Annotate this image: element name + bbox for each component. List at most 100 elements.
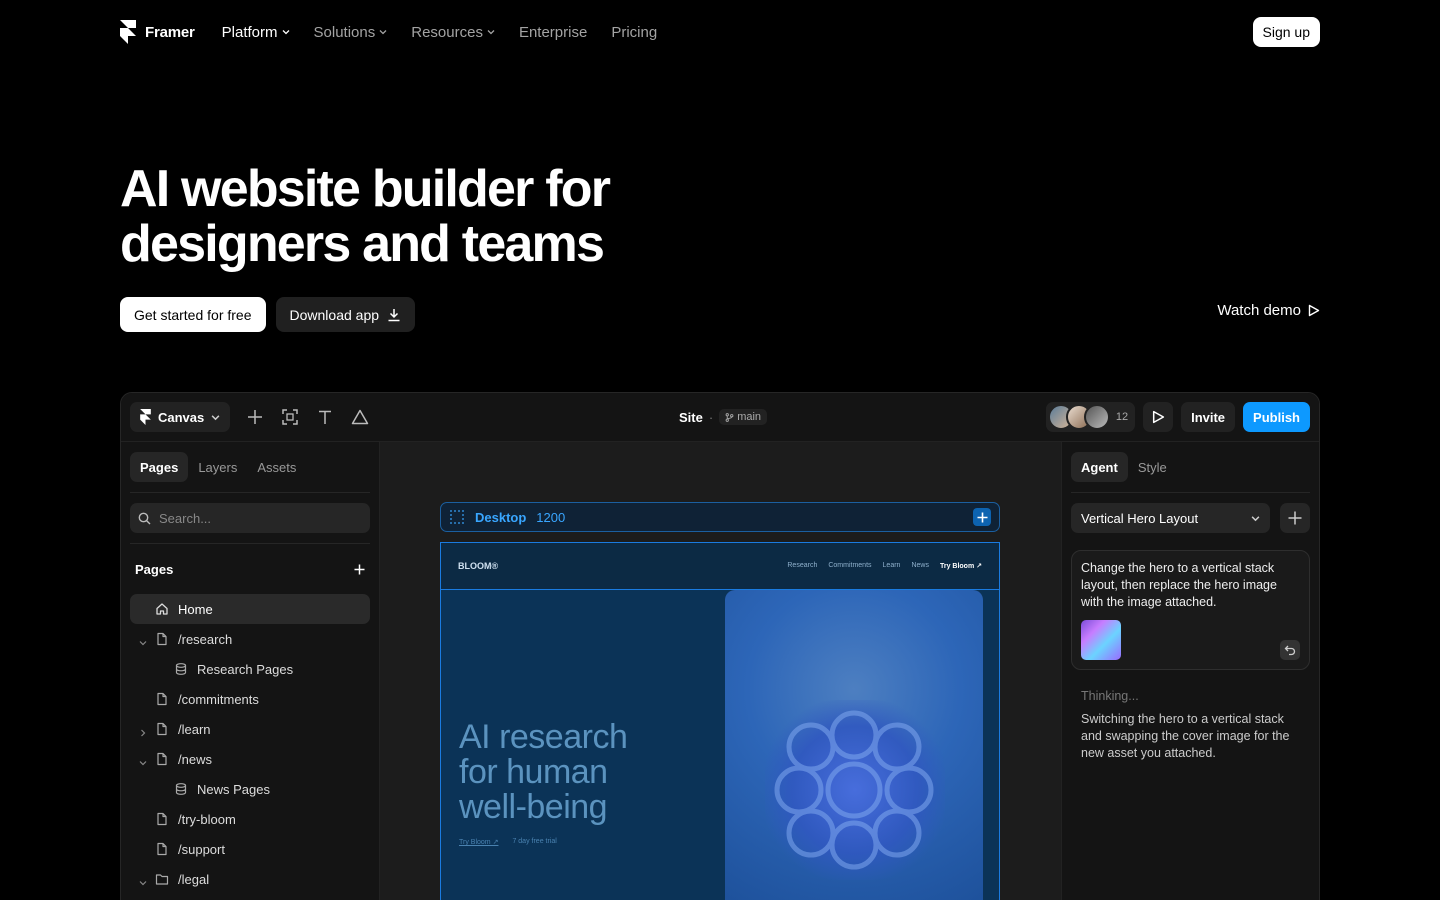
sign-up-button[interactable]: Sign up [1252,17,1320,47]
nav-solutions[interactable]: Solutions [314,24,388,41]
nav-resources-label: Resources [411,23,483,41]
site-preview-links: Research Commitments Learn News Try Bloo… [787,562,982,570]
play-icon [1153,410,1165,424]
nav-platform[interactable]: Platform [222,24,290,41]
left-panel-tabs: Pages Layers Assets [130,452,370,482]
branch-label: main [737,411,762,423]
headline-line: for human [459,753,608,791]
abstract-glass-shape [774,710,934,870]
insert-tool[interactable] [245,407,265,427]
invite-button[interactable]: Invite [1181,402,1236,432]
page-item-label: News Pages [197,781,270,797]
nav-pricing[interactable]: Pricing [611,24,657,41]
page-icon [155,722,169,736]
nav-pricing-label: Pricing [611,23,658,41]
page-item-label: /support [178,841,225,857]
text-tool[interactable] [315,407,335,427]
site-preview-link: Research [787,562,818,569]
tab-agent[interactable]: Agent [1071,452,1128,482]
plus-icon [248,410,263,424]
pages-heading: Pages [135,561,174,577]
prompt-text: Change the hero to a vertical stack layo… [1081,561,1277,609]
page-item-label: /try-bloom [178,811,236,827]
nav-links: Platform Solutions Resources Enterprise … [222,24,658,41]
page-item-label: Home [178,601,213,617]
tab-pages[interactable]: Pages [130,452,189,482]
top-navigation: Framer Platform Solutions Resources Ente… [120,16,1320,48]
frame-tool[interactable] [280,407,300,427]
get-started-button[interactable]: Get started for free [120,297,266,332]
site-preview-link: Learn [882,562,901,569]
editor-preview-window: Canvas Site · main 12 Invite Publish Pag… [120,392,1320,900]
page-item[interactable]: /news [130,744,370,774]
page-item[interactable]: /try-bloom [130,804,370,834]
tab-style[interactable]: Style [1128,452,1177,482]
right-panel: Agent Style Vertical Hero Layout Change … [1061,442,1319,900]
page-item[interactable]: /legal [130,864,370,894]
site-preview-frame[interactable]: BLOOM® Research Commitments Learn News T… [440,542,1000,900]
page-item-label: /research [178,631,233,647]
chevron-down-icon[interactable] [139,755,147,766]
search-input[interactable]: Search... [130,503,370,533]
site-label: Site [679,409,703,425]
chevron-right-icon[interactable] [139,725,147,737]
add-page-icon[interactable] [354,564,365,575]
hero-title-line-1: AI website builder for [120,160,611,218]
divider [130,543,370,544]
brand-name: Framer [145,23,195,41]
add-layout-button[interactable] [1280,503,1310,533]
page-item-label: /learn [178,721,211,737]
page-item[interactable]: /commitments [130,684,370,714]
site-preview-cta: Try Bloom ↗ [939,563,982,570]
pages-section-header: Pages [130,554,370,584]
page-item-label: Research Pages [197,661,294,677]
breakpoint-name: Desktop [475,509,527,525]
canvas-menu-button[interactable]: Canvas [130,402,231,432]
hero-title: AI website builder for designers and tea… [120,162,820,272]
page-icon [155,632,169,646]
breakpoint-width: 1200 [536,509,566,525]
breakpoint-bar[interactable]: Desktop 1200 [440,502,1000,532]
add-breakpoint-button[interactable] [973,508,991,526]
page-item[interactable]: News Pages [130,774,370,804]
chevron-down-icon[interactable] [139,875,147,886]
grid-dots-icon [450,510,464,524]
collaborator-count: 12 [1115,411,1129,423]
site-title[interactable]: Site · main [679,409,768,425]
tab-assets[interactable]: Assets [247,452,306,482]
plus-icon [1288,511,1302,525]
chevron-down-icon[interactable] [139,635,147,646]
download-app-label: Download app [289,306,380,323]
canvas-area[interactable]: Desktop 1200 BLOOM® Research Commitments… [380,442,1061,900]
watch-demo-link[interactable]: Watch demo [1217,302,1320,319]
nav-enterprise[interactable]: Enterprise [519,24,587,41]
page-item[interactable]: Home [130,594,370,624]
site-preview-cta-row: Try Bloom ↗ 7 day free trial [459,838,557,846]
page-item[interactable]: /learn [130,714,370,744]
branch-badge[interactable]: main [719,409,768,425]
attached-image-thumbnail[interactable] [1081,620,1121,660]
publish-button[interactable]: Publish [1243,402,1310,432]
page-item[interactable]: /support [130,834,370,864]
collaborators[interactable]: 12 [1045,402,1136,432]
site-preview-headline: AI research for human well-being [459,720,628,825]
vector-tool[interactable] [350,407,370,427]
divider [1071,492,1310,493]
toolbar-right: 12 Invite Publish [1045,402,1310,432]
layout-select[interactable]: Vertical Hero Layout [1071,503,1270,533]
page-item[interactable]: Research Pages [130,654,370,684]
brand[interactable]: Framer [120,20,195,44]
tab-layers[interactable]: Layers [188,452,247,482]
download-app-button[interactable]: Download app [275,297,416,332]
tool-icons [245,407,370,427]
page-item[interactable]: /research [130,624,370,654]
frame-icon [282,409,298,425]
preview-button[interactable] [1143,402,1174,432]
divider [130,492,370,493]
nav-resources[interactable]: Resources [411,24,495,41]
undo-button[interactable] [1280,640,1300,660]
download-icon [388,308,400,321]
site-preview-trial-note: 7 day free trial [512,838,557,845]
chevron-down-icon [379,30,387,35]
site-preview-hero-image [725,590,983,900]
